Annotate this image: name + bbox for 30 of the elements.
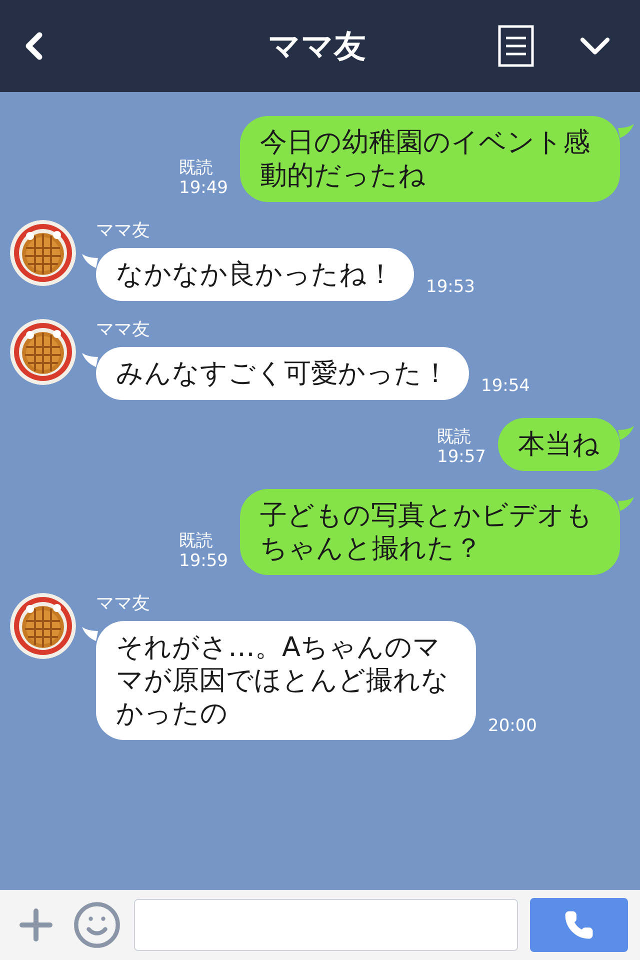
smiley-icon[interactable] [72, 900, 122, 950]
received-bubble: なかなか良かったね！ [96, 248, 414, 301]
bubble-tail-icon [618, 497, 634, 511]
chat-title: ママ友 [267, 26, 367, 67]
sent-bubble: 本当ね [498, 418, 620, 471]
message-time: 19:49 [179, 178, 228, 198]
sender-name: ママ友 [96, 220, 151, 242]
read-receipt: 既読 [179, 531, 213, 551]
read-receipt: 既読 [437, 427, 471, 447]
notes-icon[interactable] [498, 25, 534, 67]
bubble-tail-icon [82, 353, 98, 367]
bubble-tail-icon [82, 627, 98, 641]
sender-name: ママ友 [96, 319, 151, 341]
sender-name: ママ友 [96, 593, 151, 615]
phone-icon [564, 910, 594, 940]
sent-bubble: 子どもの写真とかビデオもちゃんと撮れた？ [240, 489, 620, 575]
bubble-tail-icon [618, 426, 634, 440]
read-receipt: 既読 [179, 158, 213, 178]
message-field[interactable] [134, 899, 518, 951]
message-time: 19:59 [179, 551, 228, 571]
received-bubble: それがさ…。Aちゃんのママが原因でほとんど撮れなかったの [96, 621, 476, 740]
message-time: 19:57 [437, 447, 486, 467]
call-button[interactable] [530, 898, 628, 952]
message-time: 19:54 [481, 376, 530, 396]
bubble-tail-icon [618, 124, 634, 138]
message-time: 20:00 [488, 716, 537, 736]
sent-bubble: 今日の幼稚園のイベント感動的だったね [240, 116, 620, 202]
message-time: 19:53 [426, 277, 475, 297]
bubble-tail-icon [82, 254, 98, 268]
received-bubble: みんなすごく可愛かった！ [96, 347, 469, 400]
